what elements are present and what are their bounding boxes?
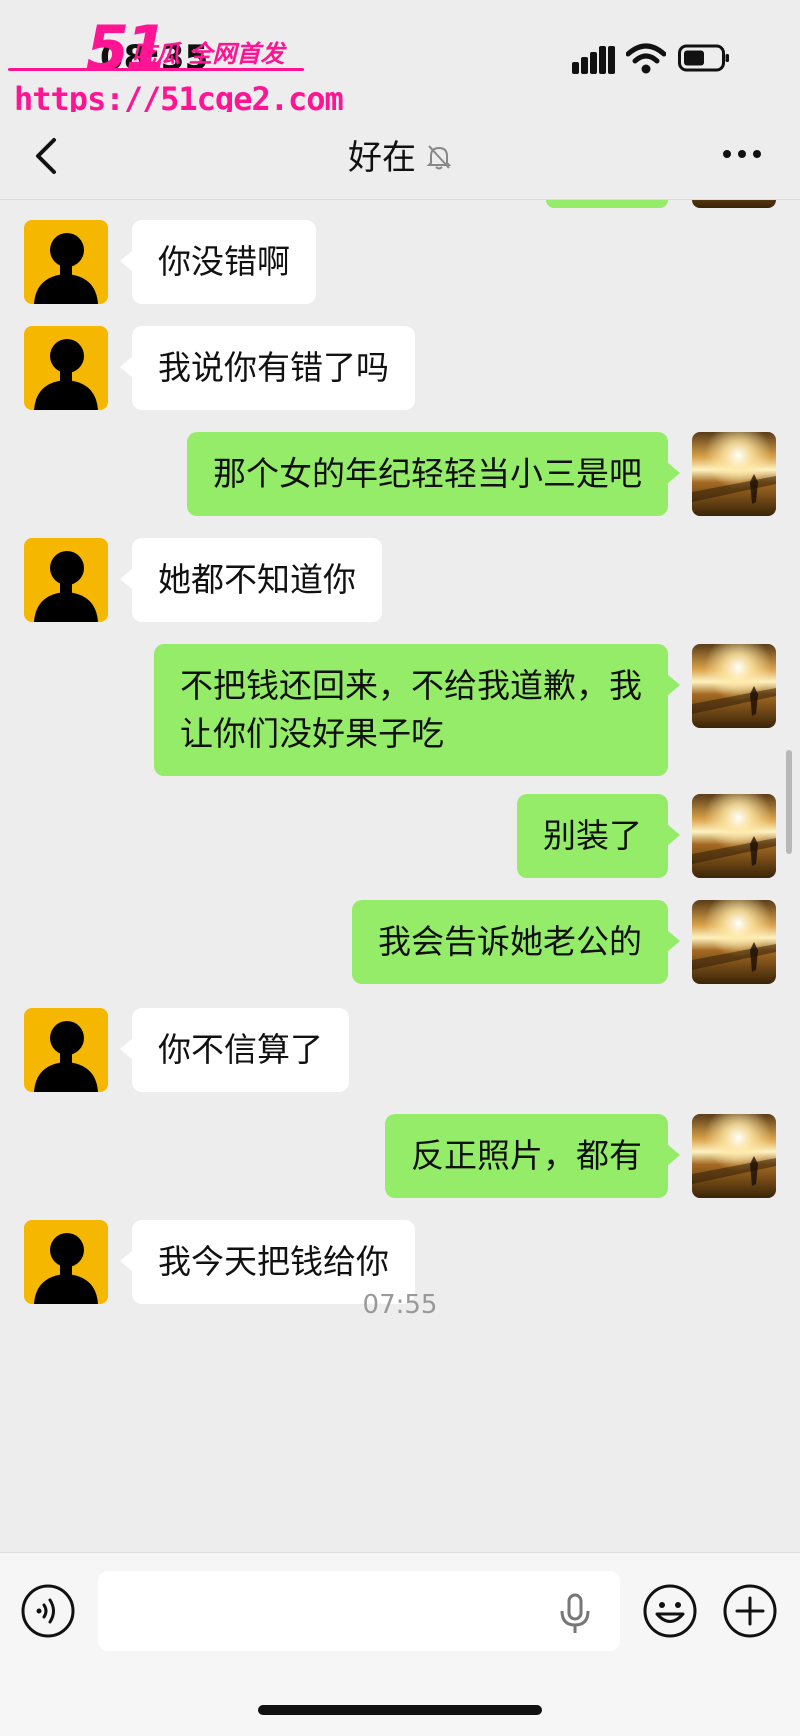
wechat-chat-screen: 08:35 51 吃瓜 全网首发 https://51cge2.com 好在 你… xyxy=(0,0,800,1736)
wifi-icon xyxy=(626,43,666,74)
plus-icon[interactable] xyxy=(722,1583,778,1639)
self-avatar[interactable] xyxy=(692,900,776,984)
self-avatar[interactable] xyxy=(692,644,776,728)
contact-avatar[interactable] xyxy=(24,220,108,304)
message-bubble[interactable]: 我说你有错了吗 xyxy=(120,326,415,410)
status-time: 08:35 xyxy=(100,38,209,78)
more-dots-icon[interactable] xyxy=(722,148,762,160)
contact-avatar[interactable] xyxy=(24,1008,108,1092)
scrollbar[interactable] xyxy=(786,750,792,854)
message-bubble[interactable]: 她都不知道你 xyxy=(120,538,382,622)
status-bar: 08:35 xyxy=(0,0,800,112)
contact-avatar[interactable] xyxy=(24,538,108,622)
self-avatar[interactable] xyxy=(692,794,776,878)
signal-icon xyxy=(572,46,616,74)
mic-icon[interactable] xyxy=(558,1593,592,1635)
message-bubble[interactable]: 别装了 xyxy=(517,794,680,878)
self-avatar[interactable] xyxy=(692,1114,776,1198)
voice-icon[interactable] xyxy=(20,1583,76,1639)
contact-avatar[interactable] xyxy=(24,326,108,410)
input-bar xyxy=(0,1552,800,1736)
message-bubble[interactable]: 你没错啊 xyxy=(120,220,316,304)
message-bubble[interactable]: 那个女的年纪轻轻当小三是吧 xyxy=(187,432,680,516)
previous-message-bubble xyxy=(546,200,668,208)
chat-title-area: 好在 xyxy=(0,130,800,179)
message-bubble[interactable]: 你不信算了 xyxy=(120,1008,349,1092)
time-divider: 07:55 xyxy=(362,1290,438,1320)
emoji-icon[interactable] xyxy=(642,1583,698,1639)
message-input[interactable] xyxy=(98,1571,620,1651)
message-bubble[interactable]: 反正照片，都有 xyxy=(385,1114,680,1198)
self-avatar xyxy=(692,200,776,208)
battery-icon xyxy=(678,44,729,72)
bell-off-icon xyxy=(426,145,452,170)
message-list[interactable]: 你没错啊 我说你有错了吗 那个女的年纪轻轻当小三是吧 她都不知道你 不把钱还回来… xyxy=(0,200,800,1552)
self-avatar[interactable] xyxy=(692,432,776,516)
home-indicator[interactable] xyxy=(258,1705,542,1715)
message-bubble[interactable]: 我会告诉她老公的 xyxy=(352,900,680,984)
chat-header: 好在 xyxy=(0,112,800,200)
chat-title: 好在 xyxy=(348,138,416,178)
message-bubble[interactable]: 不把钱还回来，不给我道歉，我 让你们没好果子吃 xyxy=(154,644,680,776)
